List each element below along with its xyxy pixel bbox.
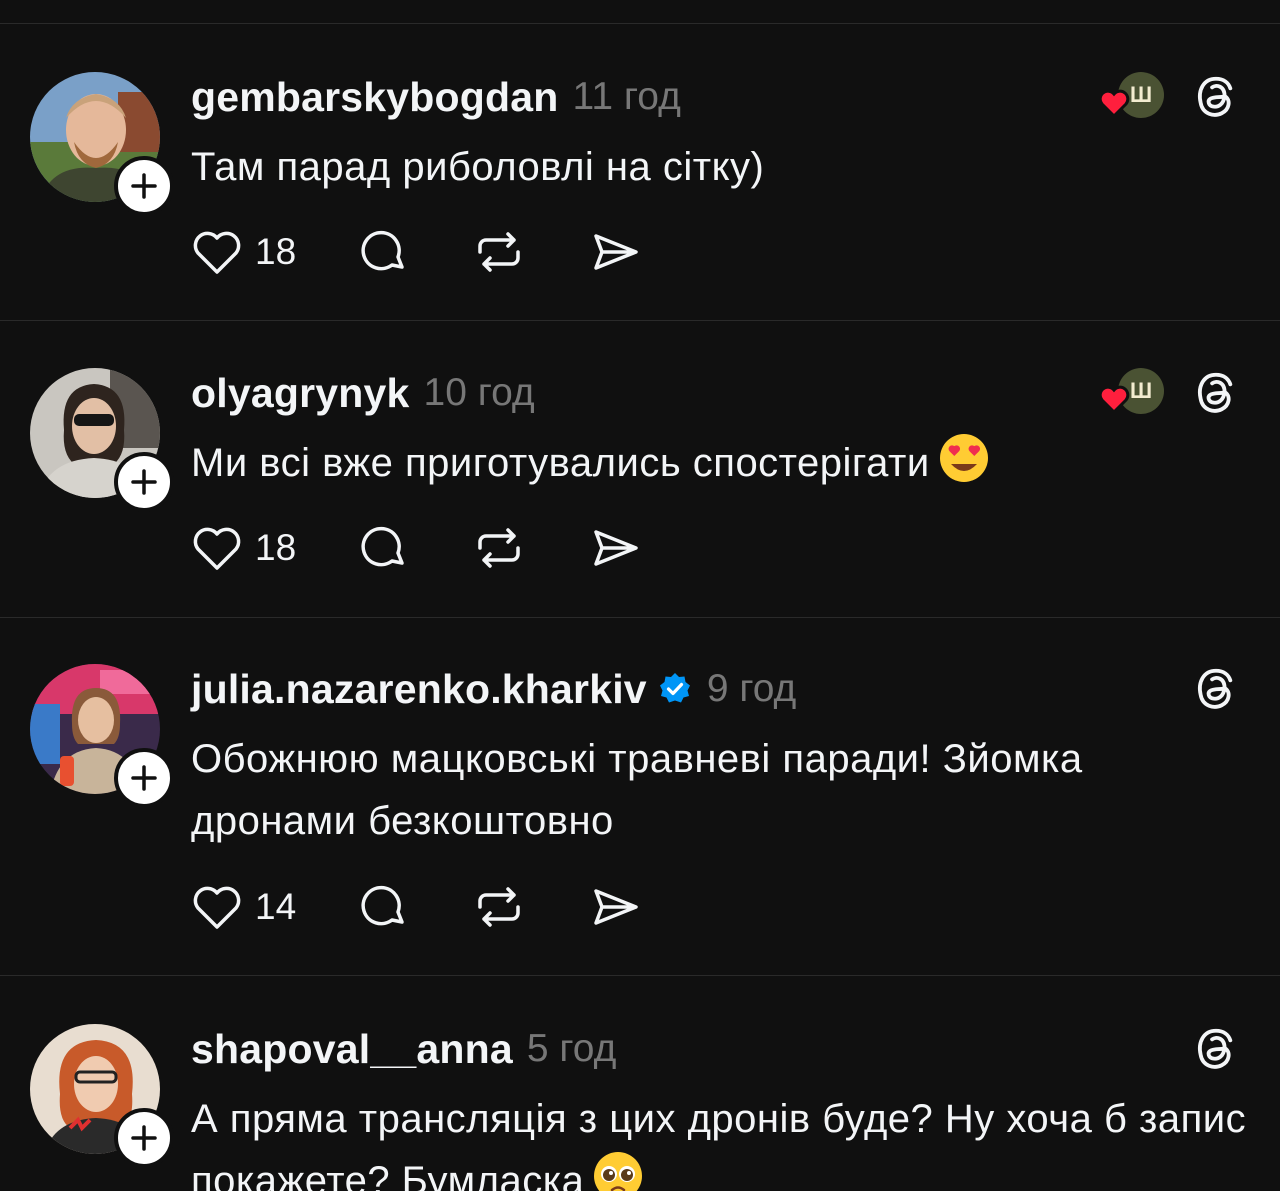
post-text-content: Там парад риболовлі на сітку)	[191, 145, 765, 189]
timestamp: 10 год	[423, 371, 535, 414]
threads-reply-feed: gembarskybogdan 11 год Ш Там парад рибол…	[0, 0, 1280, 1191]
share-button[interactable]	[588, 524, 642, 572]
follow-button[interactable]	[114, 1108, 174, 1168]
follow-button[interactable]	[114, 748, 174, 808]
timestamp: 11 год	[572, 75, 681, 118]
like-button[interactable]: 14	[191, 883, 296, 931]
paper-plane-icon	[594, 530, 638, 566]
post-text: Там парад риболовлі на сітку)	[191, 136, 1251, 198]
share-button[interactable]	[588, 883, 642, 931]
post-badges: Ш	[1098, 66, 1238, 126]
red-heart-icon	[1098, 89, 1130, 118]
repost-button[interactable]	[472, 228, 526, 276]
repost-button[interactable]	[472, 524, 526, 572]
verified-badge-icon	[657, 671, 693, 707]
speech-bubble-icon	[361, 885, 404, 926]
heart-outline-icon	[193, 886, 241, 929]
post-header: shapoval__anna 5 год	[191, 1024, 616, 1074]
plus-icon	[131, 765, 157, 791]
post-actions: 18	[191, 518, 704, 578]
speech-bubble-icon	[361, 526, 404, 567]
username[interactable]: gembarskybogdan	[191, 74, 559, 121]
post-text: Обожнюю мацковські травневі паради! Зйом…	[191, 728, 1251, 852]
liked-by-author-avatar: Ш	[1098, 72, 1164, 120]
divider	[0, 23, 1280, 24]
post-text: А пряма трансляція з цих дронів буде? Ну…	[191, 1088, 1251, 1191]
username[interactable]: olyagrynyk	[191, 370, 410, 417]
heart-eyes-emoji-icon	[938, 432, 990, 502]
paper-plane-icon	[594, 889, 638, 925]
speech-bubble-icon	[361, 230, 404, 271]
post-badges	[1192, 658, 1238, 718]
like-count: 18	[255, 527, 297, 568]
threads-logo-icon[interactable]	[1192, 72, 1238, 120]
like-button[interactable]: 18	[191, 228, 296, 276]
liked-by-author-avatar: Ш	[1098, 368, 1164, 416]
plus-icon	[131, 469, 157, 495]
author-avatar-mark: Ш	[1129, 82, 1153, 107]
comment-button[interactable]	[358, 227, 410, 277]
username[interactable]: shapoval__anna	[191, 1026, 513, 1073]
plus-icon	[131, 1125, 157, 1151]
timestamp: 5 год	[526, 1027, 617, 1070]
repost-button[interactable]	[472, 883, 526, 931]
divider	[0, 617, 1280, 618]
repost-arrows-icon	[478, 887, 520, 927]
plus-icon	[131, 173, 157, 199]
repost-arrows-icon	[478, 232, 520, 272]
comment-button[interactable]	[358, 882, 410, 932]
post-header: olyagrynyk 10 год	[191, 368, 535, 418]
red-heart-icon	[1098, 385, 1130, 414]
like-button[interactable]: 18	[191, 524, 296, 572]
timestamp: 9 год	[706, 667, 797, 710]
heart-outline-icon	[193, 527, 241, 570]
post-actions: 18	[191, 222, 704, 282]
divider	[0, 975, 1280, 976]
username[interactable]: julia.nazarenko.kharkiv	[191, 666, 647, 713]
post-header: gembarskybogdan 11 год	[191, 72, 681, 122]
threads-logo-icon[interactable]	[1192, 368, 1238, 416]
comment-button[interactable]	[358, 523, 410, 573]
heart-outline-icon	[193, 231, 241, 274]
author-avatar-mark: Ш	[1129, 378, 1153, 403]
follow-button[interactable]	[114, 452, 174, 512]
post-actions: 14	[191, 877, 704, 937]
repost-arrows-icon	[478, 528, 520, 568]
post-header: julia.nazarenko.kharkiv 9 год	[191, 664, 796, 714]
paper-plane-icon	[594, 234, 638, 270]
threads-logo-icon[interactable]	[1192, 1024, 1238, 1072]
post-text-content: Обожнюю мацковські травневі паради! Зйом…	[191, 737, 1083, 843]
follow-button[interactable]	[114, 156, 174, 216]
pleading-face-emoji-icon	[592, 1150, 644, 1191]
share-button[interactable]	[588, 228, 642, 276]
divider	[0, 320, 1280, 321]
post-text-content: А пряма трансляція з цих дронів буде? Ну…	[191, 1097, 1247, 1191]
like-count: 14	[255, 886, 297, 927]
like-count: 18	[255, 231, 297, 272]
post-badges	[1192, 1018, 1238, 1078]
threads-logo-icon[interactable]	[1192, 664, 1238, 712]
post-text: Ми всі вже приготувались спостерігати	[191, 432, 1251, 502]
post-badges: Ш	[1098, 362, 1238, 422]
post-text-content: Ми всі вже приготувались спостерігати	[191, 441, 930, 485]
